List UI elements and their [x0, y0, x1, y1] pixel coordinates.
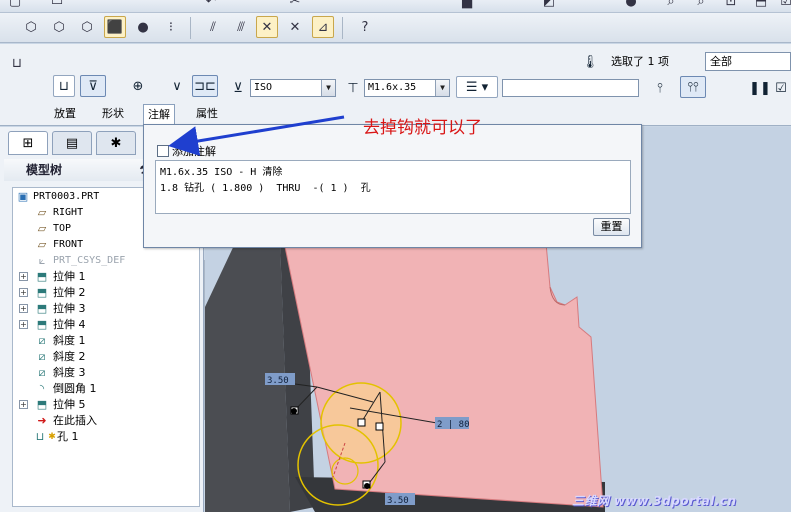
annotation-overlay	[168, 115, 345, 156]
hint-arrow	[168, 115, 345, 156]
watermark: 三维网 www.3dportal.cn	[572, 494, 737, 508]
hint-text: 去掉钩就可以了	[363, 118, 482, 138]
